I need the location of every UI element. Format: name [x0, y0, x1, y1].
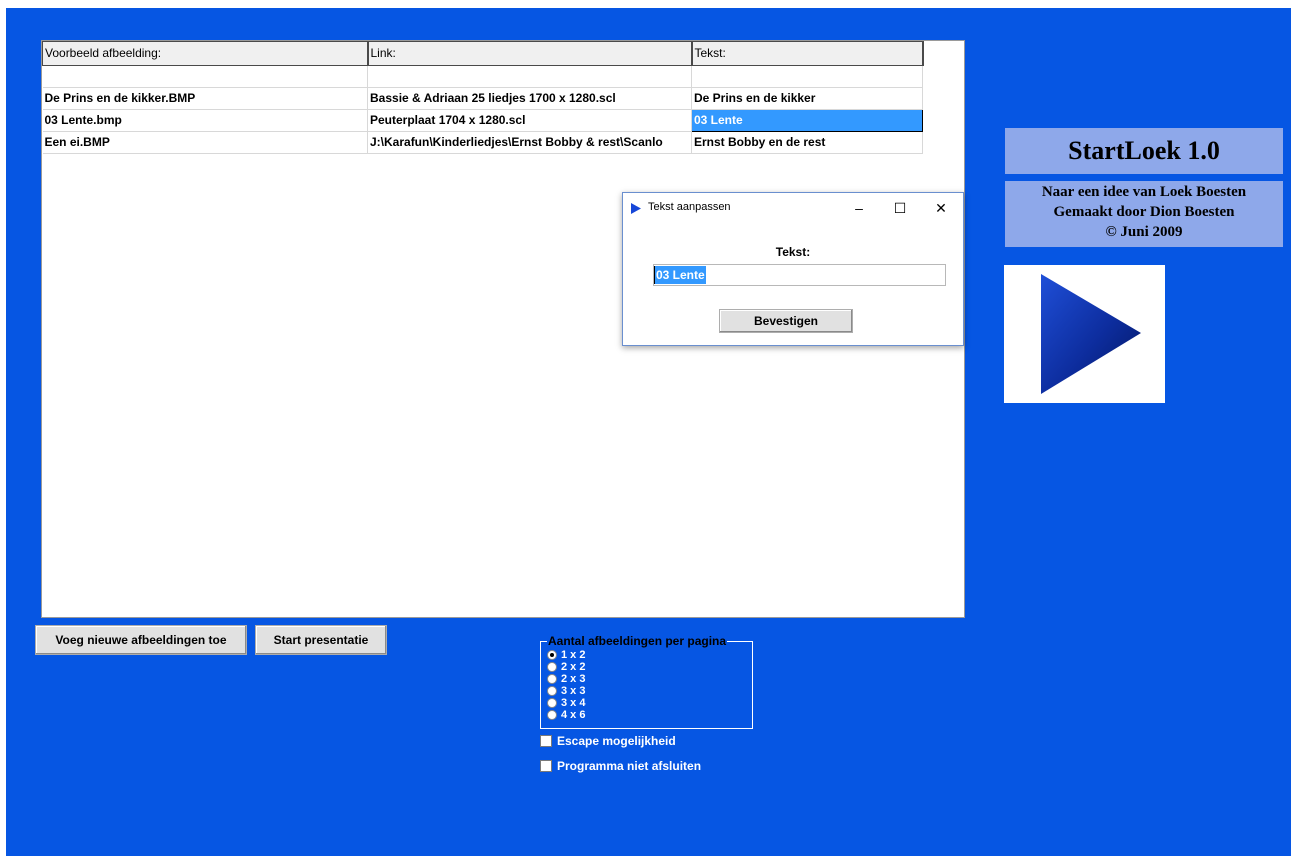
escape-label: Escape mogelijkheid	[557, 734, 676, 748]
keep-open-option[interactable]: Programma niet afsluiten	[540, 759, 701, 773]
radio-label: 2 x 3	[561, 673, 586, 685]
dialog-titlebar[interactable]: Tekst aanpassen – ☐ ✕	[623, 193, 963, 223]
dialog-text-label: Tekst:	[775, 245, 811, 259]
radio-option-3x3[interactable]: 3 x 3	[547, 685, 585, 697]
table-cell[interactable]: J:\Karafun\Kinderliedjes\Ernst Bobby & r…	[367, 131, 692, 154]
keep-open-checkbox[interactable]	[540, 760, 552, 772]
table-cell[interactable]: Peuterplaat 1704 x 1280.scl	[367, 109, 692, 132]
column-header-link[interactable]: Link:	[367, 41, 693, 66]
close-icon[interactable]: ✕	[927, 197, 955, 219]
table-cell[interactable]: De Prins en de kikker	[691, 87, 923, 110]
column-header-image[interactable]: Voorbeeld afbeelding:	[42, 41, 369, 66]
credit-line-idea: Naar een idee van Loek Boesten	[1041, 184, 1247, 200]
table-row[interactable]: 03 Lente.bmp Peuterplaat 1704 x 1280.scl…	[42, 109, 923, 132]
app-title: StartLoek 1.0	[1005, 128, 1283, 174]
table-cell[interactable]: De Prins en de kikker.BMP	[42, 87, 368, 110]
radio-button[interactable]	[547, 650, 557, 660]
radio-button[interactable]	[547, 710, 557, 720]
radio-label: 1 x 2	[561, 649, 586, 661]
radio-button[interactable]	[547, 662, 557, 672]
table-row[interactable]: De Prins en de kikker.BMP Bassie & Adria…	[42, 87, 923, 110]
radio-button[interactable]	[547, 674, 557, 684]
table-cell[interactable]: Een ei.BMP	[42, 131, 368, 154]
start-presentation-button[interactable]: Start presentatie	[255, 625, 387, 655]
radio-label: 2 x 2	[561, 661, 586, 673]
radio-button[interactable]	[547, 686, 557, 696]
dialog-title: Tekst aanpassen	[648, 201, 731, 213]
table-cell[interactable]: 03 Lente.bmp	[42, 109, 368, 132]
radio-option-2x2[interactable]: 2 x 2	[547, 661, 585, 673]
escape-checkbox[interactable]	[540, 735, 552, 747]
play-triangle-icon[interactable]	[1004, 265, 1165, 403]
column-header-text[interactable]: Tekst:	[691, 41, 924, 66]
radio-label: 4 x 6	[561, 709, 586, 721]
radio-option-3x4[interactable]: 3 x 4	[547, 697, 585, 709]
radio-option-1x2[interactable]: 1 x 2	[547, 649, 585, 661]
text-input-value[interactable]: 03 Lente	[654, 266, 706, 284]
confirm-button[interactable]: Bevestigen	[719, 309, 853, 333]
radio-label: 3 x 4	[561, 697, 586, 709]
credit-line-copyright: © Juni 2009	[1105, 224, 1183, 240]
table-cell[interactable]	[42, 65, 368, 88]
table-cell[interactable]	[691, 65, 923, 88]
radio-button[interactable]	[547, 698, 557, 708]
images-per-page-group: Aantal afbeeldingen per pagina 1 x 2 2 x…	[540, 634, 753, 729]
play-button[interactable]	[1004, 265, 1165, 403]
radio-option-2x3[interactable]: 2 x 3	[547, 673, 585, 685]
text-input[interactable]: 03 Lente	[653, 264, 946, 286]
image-table: Voorbeeld afbeelding: Link: Tekst: De Pr…	[42, 41, 924, 154]
minimize-icon[interactable]: –	[845, 197, 873, 219]
table-cell[interactable]: Bassie & Adriaan 25 liedjes 1700 x 1280.…	[367, 87, 692, 110]
edit-text-dialog: Tekst aanpassen – ☐ ✕ Tekst: 03 Lente Be…	[622, 192, 964, 346]
credits: Naar een idee van Loek Boesten Gemaakt d…	[1005, 181, 1283, 247]
table-cell[interactable]	[367, 65, 692, 88]
group-title: Aantal afbeeldingen per pagina	[547, 634, 728, 648]
table-row-empty[interactable]	[42, 65, 923, 88]
table-cell[interactable]: Ernst Bobby en de rest	[691, 131, 923, 154]
radio-option-4x6[interactable]: 4 x 6	[547, 709, 585, 721]
table-cell-selected[interactable]: 03 Lente	[691, 109, 923, 132]
table-row[interactable]: Een ei.BMP J:\Karafun\Kinderliedjes\Erns…	[42, 131, 923, 154]
table-header-row: Voorbeeld afbeelding: Link: Tekst:	[42, 41, 924, 66]
add-images-button[interactable]: Voeg nieuwe afbeeldingen toe	[35, 625, 247, 655]
keep-open-label: Programma niet afsluiten	[557, 759, 702, 773]
maximize-icon[interactable]: ☐	[886, 197, 914, 219]
credit-line-author: Gemaakt door Dion Boesten	[1053, 204, 1235, 220]
escape-option[interactable]: Escape mogelijkheid	[540, 734, 676, 748]
radio-label: 3 x 3	[561, 685, 586, 697]
dialog-app-icon	[631, 203, 641, 214]
